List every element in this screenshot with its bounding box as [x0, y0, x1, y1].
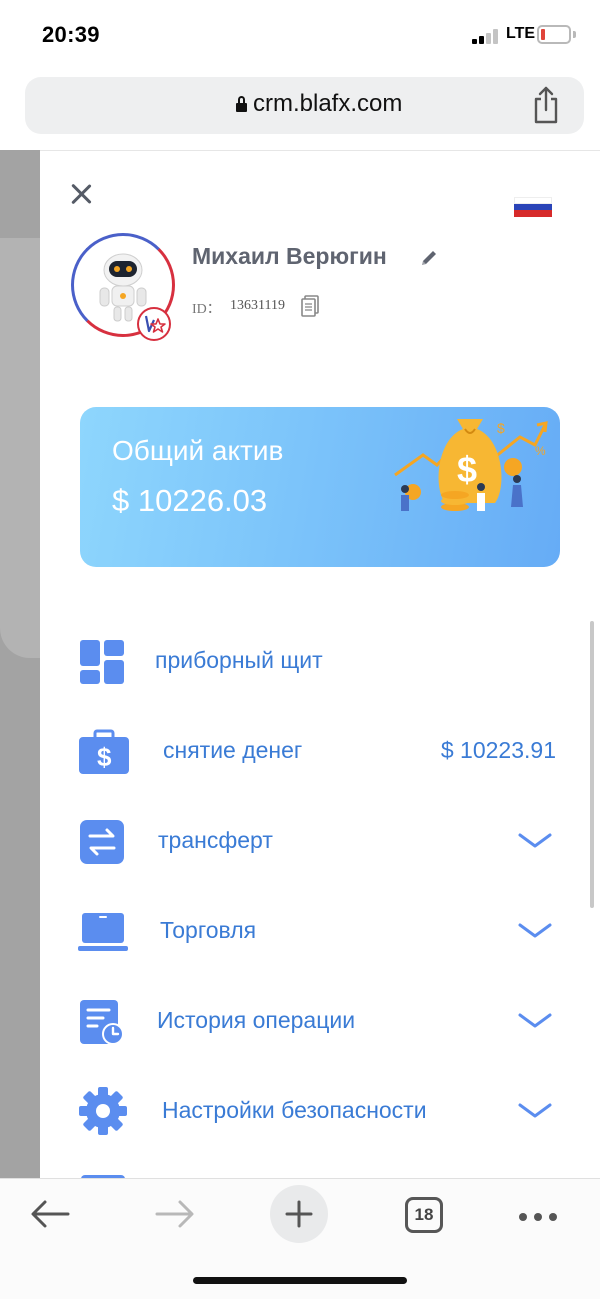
total-assets-label: Общий актив [112, 435, 284, 466]
money-bag-illustration-icon: $ $ % [394, 419, 548, 511]
history-icon [80, 1000, 124, 1045]
svg-text:$: $ [97, 742, 112, 772]
menu-label-history: История операции [157, 1007, 356, 1033]
menu-item-security[interactable]: Настройки безопасности [40, 1071, 600, 1151]
user-id-value: 13631119 [230, 298, 285, 313]
home-indicator[interactable] [193, 1277, 407, 1284]
menu-item-partial[interactable] [40, 1161, 600, 1178]
background-page-overlay[interactable] [0, 150, 40, 1178]
network-label: LTE [506, 25, 536, 42]
total-assets-value: $ 10226.03 [112, 483, 268, 518]
chevron-down-icon[interactable] [518, 1011, 552, 1031]
brand-badge-icon [137, 307, 171, 341]
svg-text:$: $ [457, 449, 477, 490]
svg-text:$: $ [497, 420, 505, 436]
copy-icon[interactable] [300, 294, 320, 318]
total-assets-card: Общий актив $ 10226.03 $ $ % [80, 407, 560, 567]
withdraw-amount: $ 10223.91 [440, 737, 556, 763]
forward-arrow-icon[interactable] [155, 1199, 195, 1229]
laptop-icon [78, 913, 128, 951]
svg-text:%: % [535, 444, 546, 458]
menu-label-trading: Торговля [160, 917, 257, 943]
signal-icon [472, 28, 500, 44]
chevron-down-icon[interactable] [518, 1101, 552, 1121]
menu-item-history[interactable]: История операции [40, 981, 600, 1061]
status-bar: 20:39 LTE [0, 0, 600, 70]
user-id-label: ID： [192, 302, 221, 317]
more-icon[interactable] [518, 1212, 558, 1222]
menu-item-transfer[interactable]: трансферт [40, 801, 600, 881]
back-arrow-icon[interactable] [30, 1199, 70, 1229]
menu-label-transfer: трансферт [158, 827, 273, 853]
scrollbar[interactable] [590, 621, 594, 908]
menu-label-security: Настройки безопасности [162, 1097, 427, 1123]
chevron-down-icon[interactable] [518, 831, 552, 851]
lock-icon [236, 96, 247, 113]
dashboard-icon [80, 640, 124, 684]
transfer-icon [80, 820, 124, 864]
share-icon[interactable] [531, 85, 561, 125]
battery-icon [537, 25, 571, 44]
wallet-icon: $ [79, 729, 129, 774]
side-drawer: Михаил Верюгин ID： 13631119 Общий актив … [40, 150, 600, 1178]
tabs-count-button[interactable]: 18 [405, 1197, 443, 1233]
ru-flag-icon[interactable] [514, 197, 552, 217]
status-time: 20:39 [42, 22, 100, 47]
pencil-edit-icon[interactable] [419, 248, 439, 268]
menu-item-withdraw[interactable]: $ снятие денег $ 10223.91 [40, 711, 600, 791]
user-name: Михаил Верюгин [192, 243, 387, 269]
menu-label-withdraw: снятие денег [163, 737, 303, 763]
gear-icon [79, 1087, 127, 1135]
menu-item-dashboard[interactable]: приборный щит [40, 621, 600, 701]
url-text[interactable]: crm.blafx.com [253, 90, 402, 118]
plus-icon [285, 1200, 313, 1228]
close-icon[interactable] [70, 183, 92, 205]
new-tab-button[interactable] [270, 1185, 328, 1243]
battery-cap [573, 31, 576, 38]
address-bar[interactable]: crm.blafx.com [25, 77, 584, 134]
menu-item-trading[interactable]: Торговля [40, 891, 600, 971]
menu-label-dashboard: приборный щит [155, 647, 323, 673]
chevron-down-icon[interactable] [518, 921, 552, 941]
